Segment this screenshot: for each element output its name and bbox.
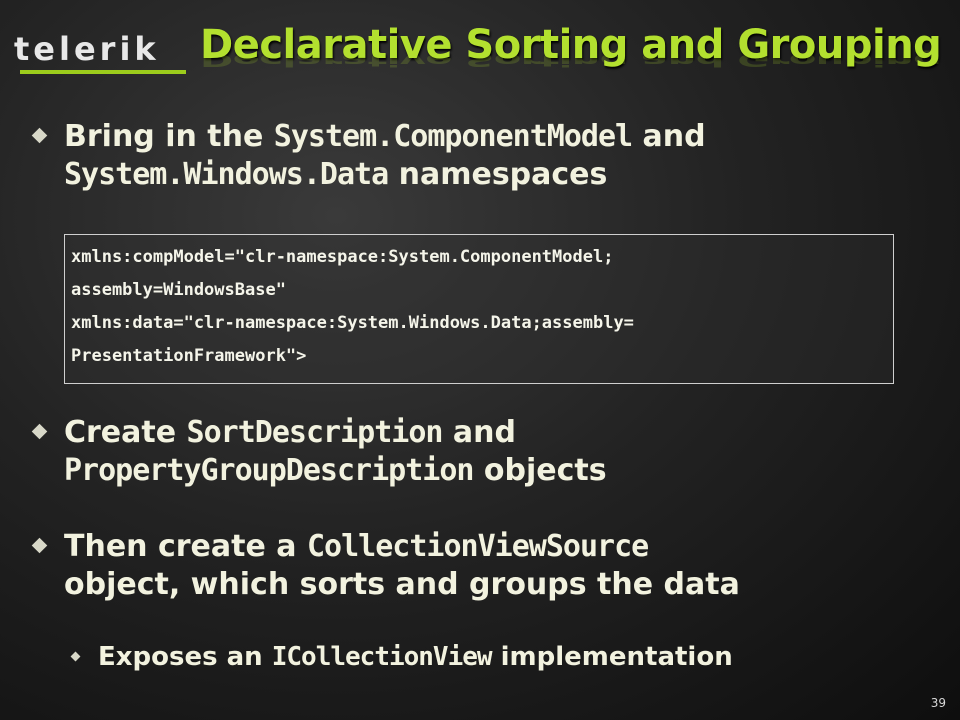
bullet-namespaces: Bring in the System.ComponentModel and S… (31, 118, 706, 194)
bullet-descriptions: Create SortDescription and PropertyGroup… (31, 414, 607, 490)
code-block: xmlns:compModel="clr-namespace:System.Co… (64, 234, 894, 384)
bullet-text: implementation (491, 642, 733, 672)
bullet-collectionviewsource: Then create a CollectionViewSource objec… (31, 528, 740, 604)
bullet-diamond-icon (31, 537, 48, 554)
sub-bullet-icollectionview: Exposes an ICollectionView implementatio… (70, 640, 733, 674)
page-number: 39 (930, 696, 946, 710)
code-term: System.ComponentModel (273, 119, 633, 154)
bullet-diamond-icon (31, 127, 48, 144)
code-term: SortDescription (186, 415, 444, 450)
code-term: CollectionViewSource (306, 529, 649, 564)
bullet-text: and (632, 119, 706, 154)
bullet-text: Create (64, 415, 187, 450)
bullet-text: object, which sorts and groups the data (64, 567, 740, 602)
bullet-text: Then create a (64, 529, 307, 564)
logo-text: telerik (14, 30, 160, 68)
bullet-text: Bring in the (64, 119, 274, 154)
code-term: ICollectionView (271, 642, 493, 672)
code-term: System.Windows.Data (64, 157, 389, 192)
telerik-logo: telerik (14, 30, 186, 76)
bullet-text: namespaces (388, 157, 608, 192)
bullet-text: and (442, 415, 517, 450)
code-line: xmlns:compModel="clr-namespace:System.Co… (71, 247, 614, 267)
code-line: assembly=WindowsBase" (71, 280, 286, 300)
code-line: PresentationFramework"> (71, 346, 307, 366)
bullet-text: Exposes an (98, 642, 272, 672)
code-term: PropertyGroupDescription (64, 453, 474, 488)
sub-bullet-diamond-icon (70, 651, 81, 662)
bullet-text: objects (473, 453, 607, 488)
logo-underline (20, 70, 186, 74)
slide-title-reflection: Declarative Sorting and Grouping (200, 49, 942, 70)
bullet-diamond-icon (31, 423, 48, 440)
code-line: xmlns:data="clr-namespace:System.Windows… (71, 313, 634, 333)
